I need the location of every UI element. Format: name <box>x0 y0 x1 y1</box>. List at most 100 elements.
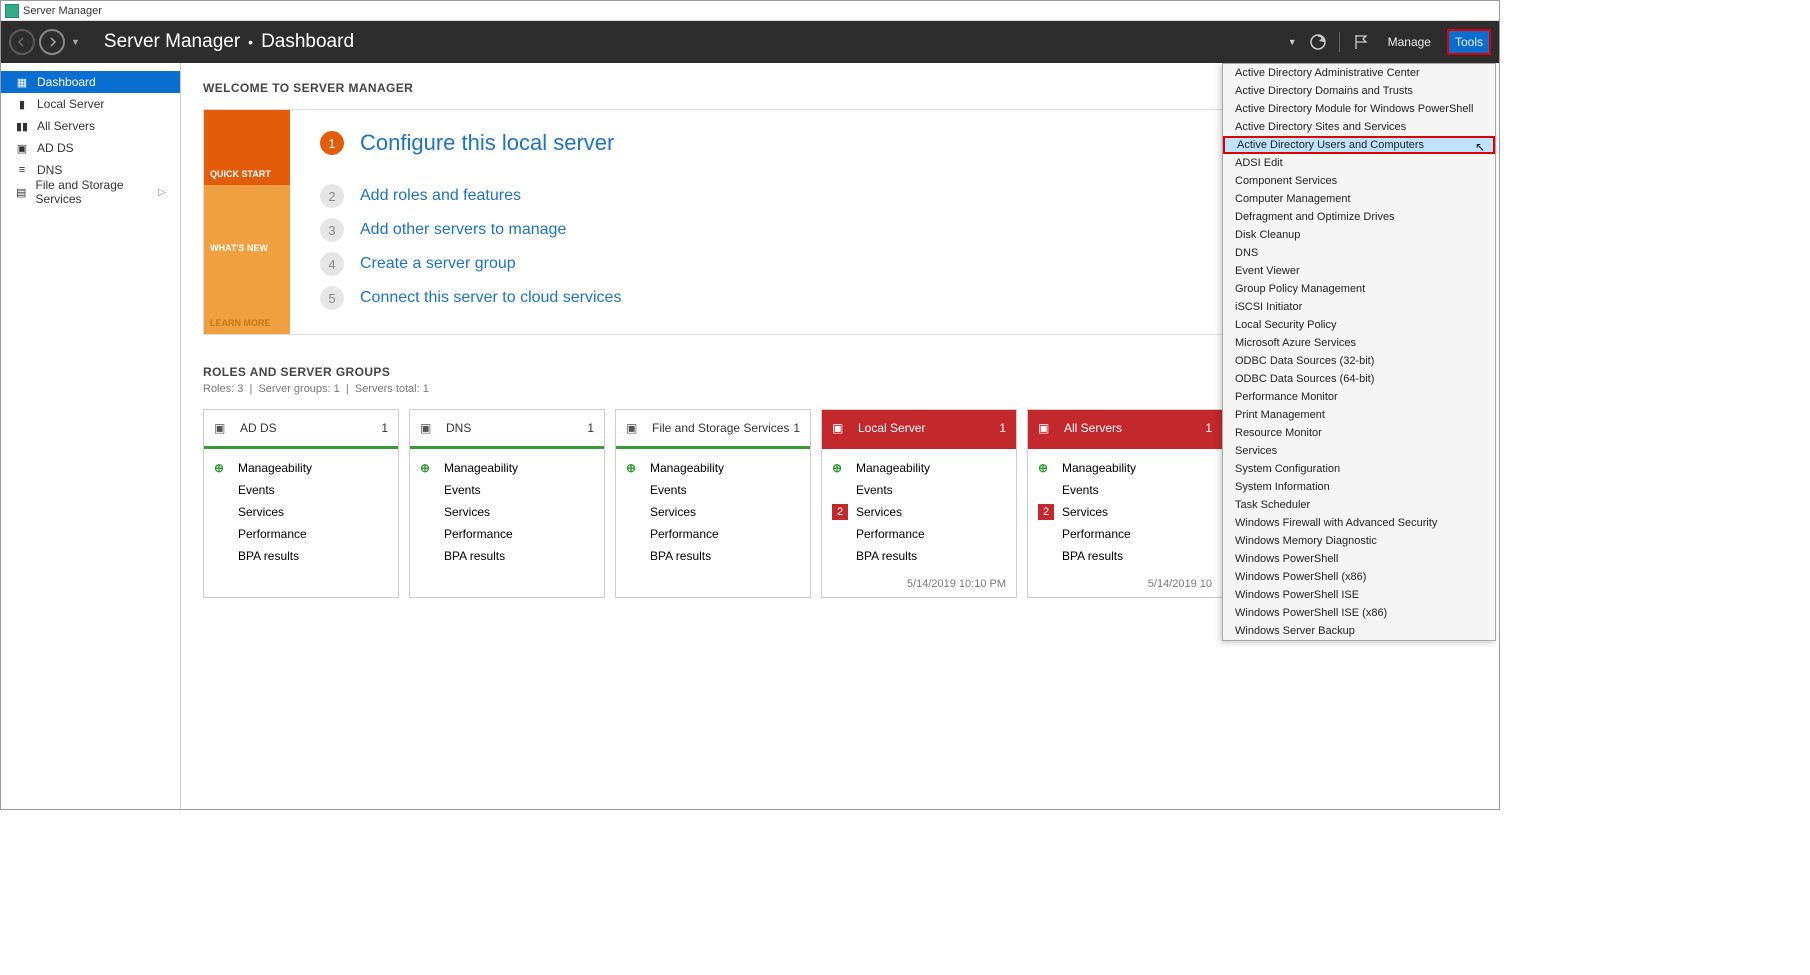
tab-whats-new[interactable]: WHAT'S NEW <box>204 185 290 260</box>
menu-item[interactable]: Active Directory Module for Windows Powe… <box>1223 100 1495 118</box>
menu-item[interactable]: Active Directory Users and Computers↖ <box>1223 136 1495 154</box>
tile-row-performance[interactable]: Performance <box>214 523 388 545</box>
cursor-icon: ↖ <box>1475 140 1485 154</box>
tile-timestamp <box>410 571 604 597</box>
tile-row-performance[interactable]: Performance <box>832 523 1006 545</box>
nav-history-dropdown[interactable]: ▼ <box>71 37 80 47</box>
sidebar-item-dashboard[interactable]: ▦ Dashboard <box>1 71 180 93</box>
menu-item[interactable]: Local Security Policy <box>1223 316 1495 334</box>
step-link-configure[interactable]: Configure this local server <box>360 130 614 156</box>
tile-row-bpa[interactable]: BPA results <box>1038 545 1212 567</box>
tile-row-bpa[interactable]: BPA results <box>420 545 594 567</box>
tile-name: File and Storage Services <box>652 421 793 435</box>
tile[interactable]: ▣Local Server1⊕ManageabilityEvents2Servi… <box>821 409 1017 598</box>
toolbar-dropdown[interactable]: ▼ <box>1288 37 1297 47</box>
tab-quick-start[interactable]: QUICK START <box>204 110 290 185</box>
forward-button[interactable] <box>39 29 65 55</box>
menu-item[interactable]: Microsoft Azure Services <box>1223 334 1495 352</box>
tile[interactable]: ▣File and Storage Services1⊕Manageabilit… <box>615 409 811 598</box>
menu-item[interactable]: System Information <box>1223 478 1495 496</box>
tile-row-services[interactable]: 2Services <box>832 501 1006 523</box>
tile-row-events[interactable]: Events <box>626 479 800 501</box>
tile-head: ▣All Servers1 <box>1028 410 1222 446</box>
sidebar-item-local-server[interactable]: ▮ Local Server <box>1 93 180 115</box>
tile-row-events[interactable]: Events <box>832 479 1006 501</box>
sidebar-item-ad-ds[interactable]: ▣ AD DS <box>1 137 180 159</box>
tile-row-bpa[interactable]: BPA results <box>626 545 800 567</box>
tile-row-performance[interactable]: Performance <box>1038 523 1212 545</box>
quick-panel-tabs: QUICK START WHAT'S NEW LEARN MORE <box>204 110 290 334</box>
back-button[interactable] <box>9 29 35 55</box>
adds-icon: ▣ <box>15 142 29 155</box>
tools-menu[interactable]: Tools <box>1447 29 1491 55</box>
menu-item[interactable]: Component Services <box>1223 172 1495 190</box>
menu-item[interactable]: Computer Management <box>1223 190 1495 208</box>
menu-item[interactable]: iSCSI Initiator <box>1223 298 1495 316</box>
dns-icon: ≡ <box>15 164 29 176</box>
menu-item[interactable]: Event Viewer <box>1223 262 1495 280</box>
storage-icon: ▤ <box>15 186 28 199</box>
menu-item[interactable]: Defragment and Optimize Drives <box>1223 208 1495 226</box>
tile-row-bpa[interactable]: BPA results <box>832 545 1006 567</box>
tile-row-manageability[interactable]: ⊕Manageability <box>214 457 388 479</box>
tile-row-services[interactable]: Services <box>420 501 594 523</box>
menu-item[interactable]: Windows Firewall with Advanced Security <box>1223 514 1495 532</box>
menu-item[interactable]: Windows Server Backup <box>1223 622 1495 640</box>
titlebar: Server Manager <box>1 1 1499 21</box>
menu-item[interactable]: ADSI Edit <box>1223 154 1495 172</box>
tile-row-manageability[interactable]: ⊕Manageability <box>1038 457 1212 479</box>
tile-row-performance[interactable]: Performance <box>626 523 800 545</box>
tile-row-events[interactable]: Events <box>420 479 594 501</box>
tile-row-services[interactable]: Services <box>214 501 388 523</box>
tile-row-services[interactable]: Services <box>626 501 800 523</box>
refresh-icon[interactable] <box>1307 31 1329 53</box>
step-link-add-servers[interactable]: Add other servers to manage <box>360 221 566 239</box>
tab-learn-more[interactable]: LEARN MORE <box>204 259 290 334</box>
menu-item[interactable]: Performance Monitor <box>1223 388 1495 406</box>
sidebar-item-label: DNS <box>37 163 62 177</box>
tile-row-events[interactable]: Events <box>1038 479 1212 501</box>
menu-item[interactable]: Windows PowerShell (x86) <box>1223 568 1495 586</box>
menu-item[interactable]: ODBC Data Sources (64-bit) <box>1223 370 1495 388</box>
menu-item[interactable]: Windows PowerShell <box>1223 550 1495 568</box>
manage-menu[interactable]: Manage <box>1382 31 1437 53</box>
tile-row-services[interactable]: 2Services <box>1038 501 1212 523</box>
tile[interactable]: ▣DNS1⊕ManageabilityEventsServicesPerform… <box>409 409 605 598</box>
flag-icon[interactable] <box>1350 31 1372 53</box>
tile-count: 1 <box>1205 421 1212 435</box>
menu-item[interactable]: Windows Memory Diagnostic <box>1223 532 1495 550</box>
menu-item[interactable]: Active Directory Sites and Services <box>1223 118 1495 136</box>
menu-item[interactable]: Group Policy Management <box>1223 280 1495 298</box>
menu-item[interactable]: ODBC Data Sources (32-bit) <box>1223 352 1495 370</box>
sidebar-item-all-servers[interactable]: ▮▮ All Servers <box>1 115 180 137</box>
tile[interactable]: ▣AD DS1⊕ManageabilityEventsServicesPerfo… <box>203 409 399 598</box>
tile[interactable]: ▣All Servers1⊕ManageabilityEvents2Servic… <box>1027 409 1223 598</box>
sidebar-item-file-storage[interactable]: ▤ File and Storage Services ▷ <box>1 181 180 203</box>
tile-row-events[interactable]: Events <box>214 479 388 501</box>
menu-item[interactable]: Windows PowerShell ISE <box>1223 586 1495 604</box>
tile-row-performance[interactable]: Performance <box>420 523 594 545</box>
step-link-cloud[interactable]: Connect this server to cloud services <box>360 289 621 307</box>
step-link-create-group[interactable]: Create a server group <box>360 255 516 273</box>
menu-item[interactable]: Active Directory Domains and Trusts <box>1223 82 1495 100</box>
tile-row-manageability[interactable]: ⊕Manageability <box>626 457 800 479</box>
menu-item[interactable]: Resource Monitor <box>1223 424 1495 442</box>
tile-name: All Servers <box>1064 421 1205 435</box>
menu-item[interactable]: Active Directory Administrative Center <box>1223 64 1495 82</box>
tile-body: ⊕ManageabilityEvents2ServicesPerformance… <box>1028 449 1222 571</box>
menu-item[interactable]: Windows PowerShell ISE (x86) <box>1223 604 1495 622</box>
tile-row-bpa[interactable]: BPA results <box>214 545 388 567</box>
menu-item[interactable]: Print Management <box>1223 406 1495 424</box>
tile-body: ⊕ManageabilityEventsServicesPerformanceB… <box>410 449 604 571</box>
breadcrumb-app[interactable]: Server Manager <box>104 31 240 53</box>
tile-row-manageability[interactable]: ⊕Manageability <box>832 457 1006 479</box>
tile-row-manageability[interactable]: ⊕Manageability <box>420 457 594 479</box>
sidebar-item-label: Local Server <box>37 97 104 111</box>
step-link-add-roles[interactable]: Add roles and features <box>360 187 521 205</box>
menu-item[interactable]: Task Scheduler <box>1223 496 1495 514</box>
body: ▦ Dashboard ▮ Local Server ▮▮ All Server… <box>1 63 1499 809</box>
menu-item[interactable]: Disk Cleanup <box>1223 226 1495 244</box>
menu-item[interactable]: Services <box>1223 442 1495 460</box>
menu-item[interactable]: DNS <box>1223 244 1495 262</box>
menu-item[interactable]: System Configuration <box>1223 460 1495 478</box>
